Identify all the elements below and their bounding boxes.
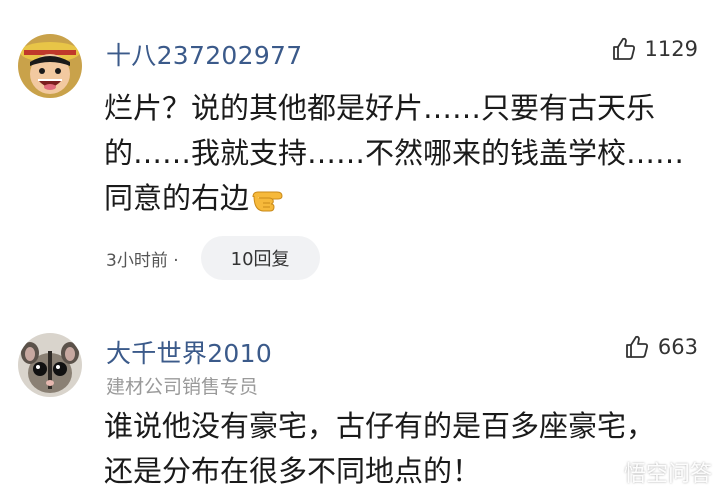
comment-line: 烂片？说的其他都是好片……只要有古天乐: [104, 91, 656, 125]
avatar[interactable]: [18, 333, 82, 397]
thumbs-up-icon: [612, 37, 635, 60]
like-button[interactable]: 1129: [611, 36, 698, 62]
comment-line-with-emoji: 同意的右边: [104, 176, 704, 221]
like-count: 663: [657, 335, 698, 359]
pointing-right-emoji-icon: [252, 191, 283, 212]
like-count: 1129: [644, 37, 698, 61]
avatar[interactable]: [18, 34, 82, 98]
comment-line: 同意的右边: [104, 181, 250, 215]
timestamp: 3小时前 ·: [106, 250, 179, 271]
sugar-glider-avatar-icon: [18, 333, 82, 397]
comment-meta: 3小时前 · 10回复: [106, 236, 320, 280]
like-button[interactable]: 663: [624, 334, 698, 360]
username[interactable]: 大千世界2010: [106, 334, 272, 370]
thumbs-up-icon: [626, 335, 648, 358]
replies-button[interactable]: 10回复: [200, 236, 320, 280]
luffy-avatar-icon: [18, 34, 82, 98]
watermark: 悟空问答: [590, 456, 712, 488]
watermark-text: 悟空问答: [623, 462, 712, 487]
comment-text: 烂片？说的其他都是好片……只要有古天乐 的……我就支持……不然哪来的钱盖学校………: [104, 86, 704, 221]
comment-line: 谁说他没有豪宅，古仔有的是百多座豪宅，: [104, 409, 656, 443]
comment-line: 的……我就支持……不然哪来的钱盖学校……: [104, 136, 685, 170]
username[interactable]: 十八237202977: [106, 36, 302, 72]
wukong-logo-icon: [590, 463, 617, 481]
user-title: 建材公司销售专员: [106, 376, 259, 398]
